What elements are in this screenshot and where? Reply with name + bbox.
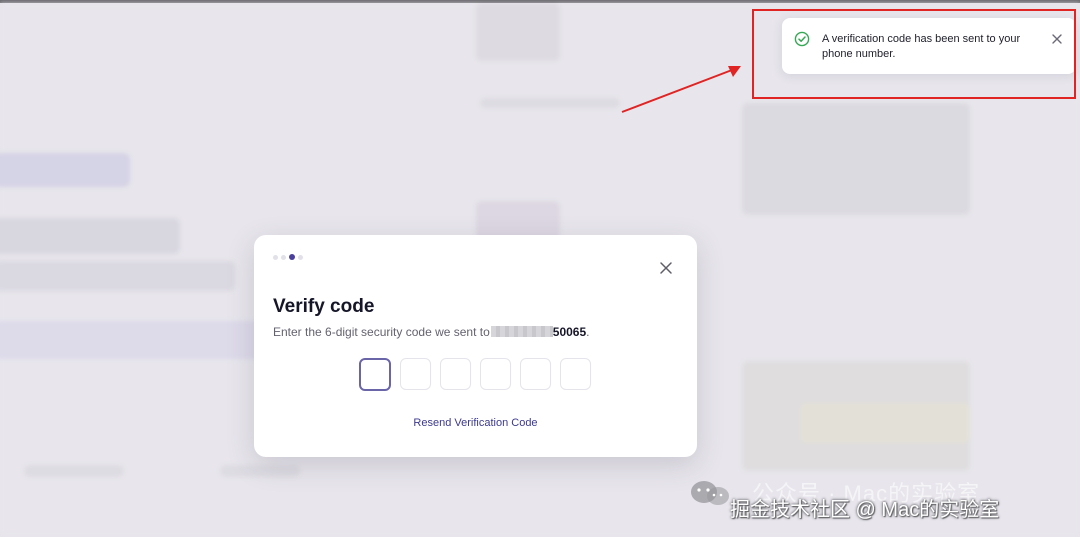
watermark-line-2: 掘金技术社区 @ Mac的实验室 <box>730 499 1000 521</box>
code-digit-3[interactable] <box>440 358 471 390</box>
close-icon[interactable] <box>657 259 675 277</box>
code-digit-4[interactable] <box>480 358 511 390</box>
description-text: Enter the 6-digit security code we sent … <box>273 325 490 339</box>
code-input-group <box>359 358 591 391</box>
description-end: . <box>586 325 590 339</box>
annotation-highlight-box <box>752 9 1076 99</box>
step-dot <box>298 254 303 260</box>
step-indicator <box>273 254 303 260</box>
resend-code-link[interactable]: Resend Verification Code <box>254 417 697 429</box>
code-digit-2[interactable] <box>400 358 431 390</box>
watermark: 公众号 · Mac的实验室 掘金技术社区 @ Mac的实验室 <box>688 476 1080 537</box>
verify-code-dialog: Verify code Enter the 6-digit security c… <box>254 235 697 457</box>
redacted-phone <box>490 326 553 337</box>
step-dot <box>281 254 286 260</box>
phone-number-suffix: 50065 <box>552 325 587 339</box>
step-dot-active <box>289 254 295 260</box>
step-dot <box>273 254 278 260</box>
dialog-title: Verify code <box>273 296 375 317</box>
code-digit-1[interactable] <box>359 358 391 391</box>
code-digit-6[interactable] <box>560 358 591 390</box>
dialog-description: Enter the 6-digit security code we sent … <box>273 325 590 339</box>
wechat-logo-icon <box>691 481 729 505</box>
code-digit-5[interactable] <box>520 358 551 390</box>
